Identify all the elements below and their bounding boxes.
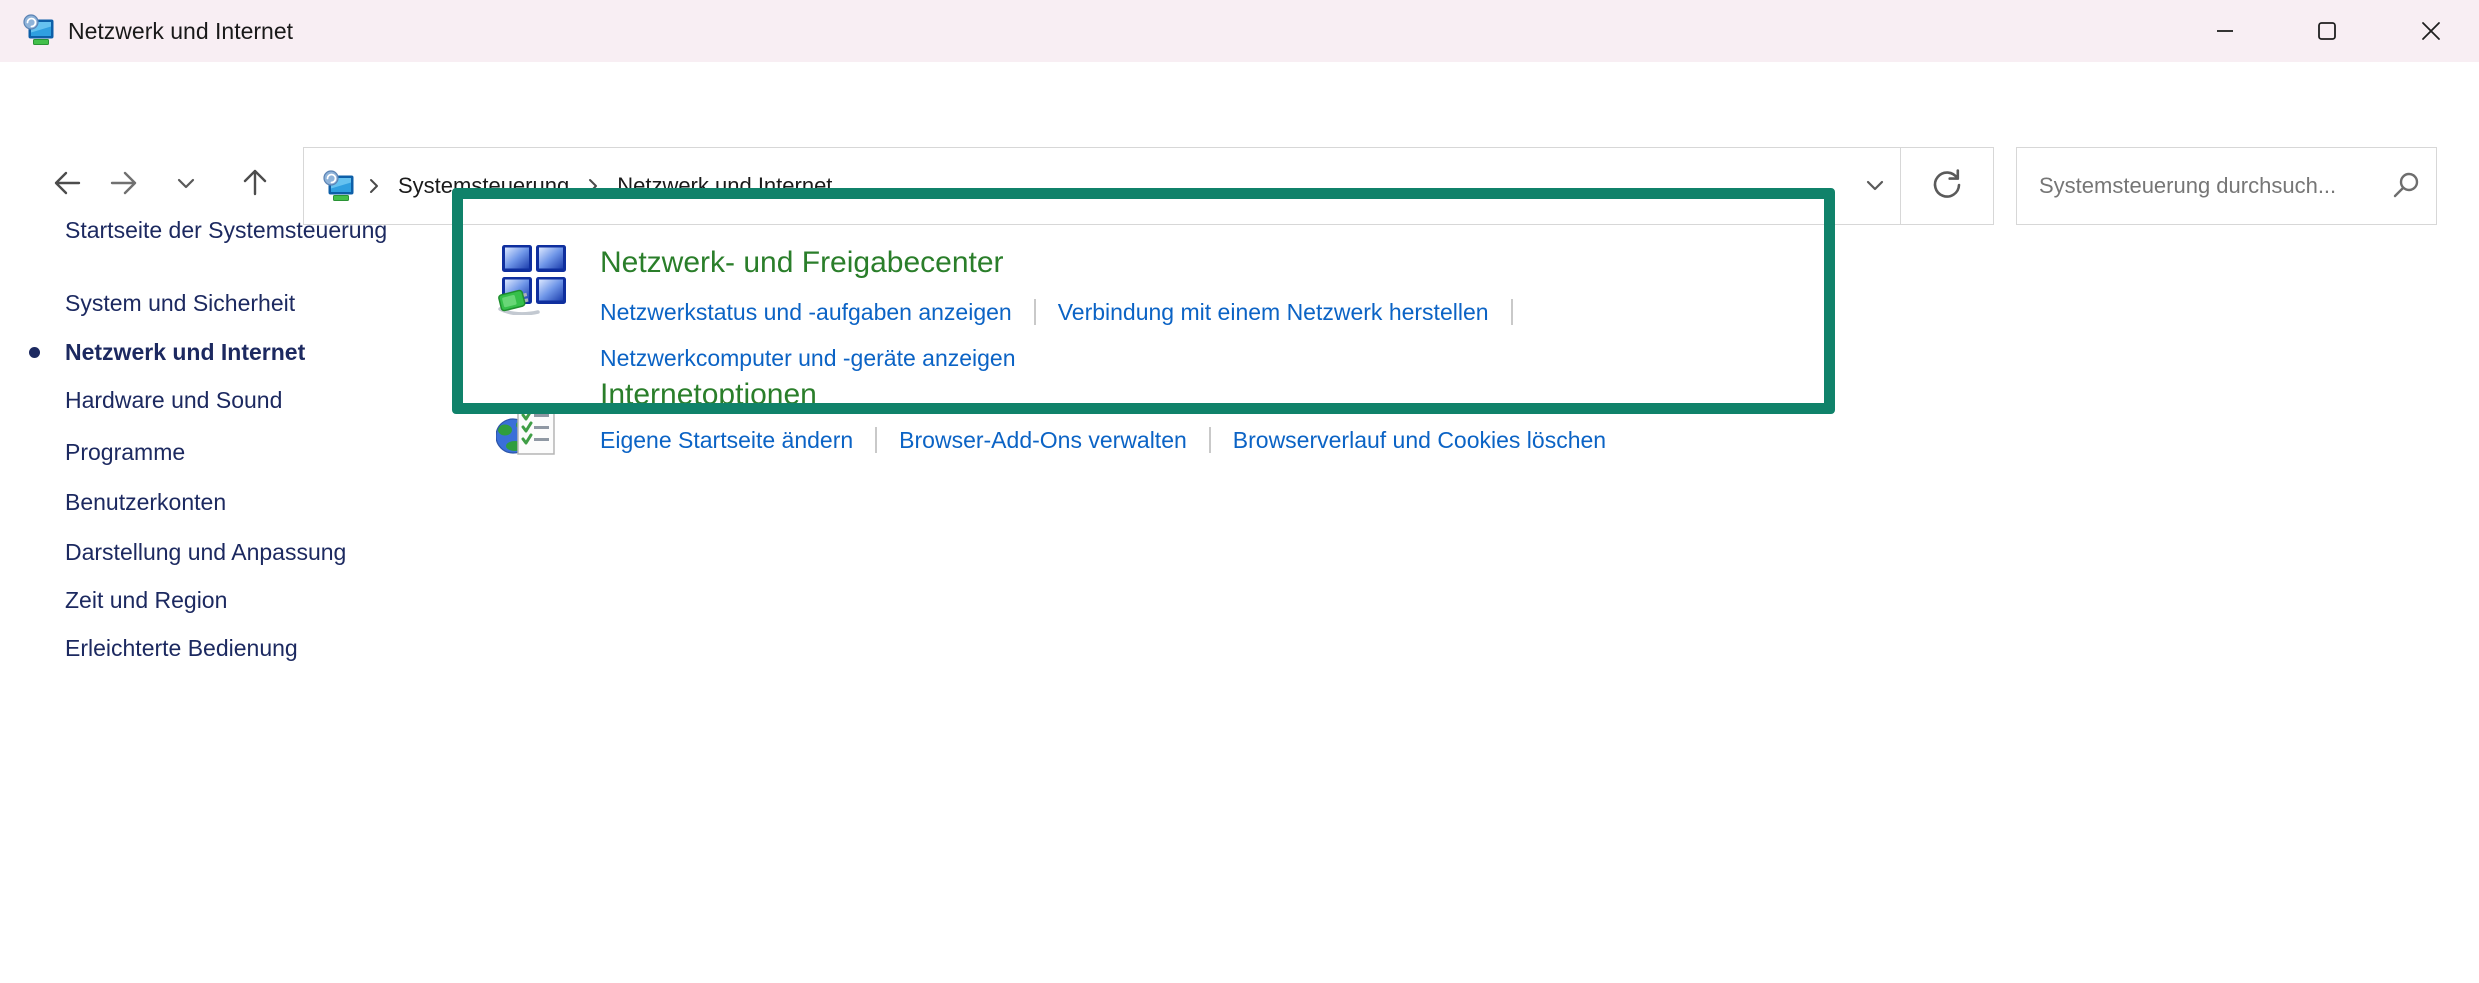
maximize-button[interactable] (2304, 8, 2350, 54)
link-separator (1511, 299, 1513, 325)
back-button[interactable] (47, 164, 87, 204)
minimize-icon (2208, 14, 2242, 48)
link-netzwerkcomputer-anzeigen[interactable]: Netzwerkcomputer und -geräte anzeigen (600, 342, 1016, 374)
address-bar[interactable]: Systemsteuerung Netzwerk und Internet (303, 147, 1994, 225)
link-separator (1209, 427, 1211, 453)
control-panel-window: { "colors": { "titlebar-bg": "#F8EEF3", … (0, 0, 2479, 983)
maximize-icon (2310, 14, 2344, 48)
refresh-button[interactable] (1901, 148, 1993, 224)
link-separator (1034, 299, 1036, 325)
forward-button[interactable] (104, 164, 144, 204)
up-arrow-icon (235, 163, 275, 206)
link-separator (875, 427, 877, 453)
network-monitor-icon (22, 13, 56, 47)
titlebar: Netzwerk und Internet (0, 0, 2479, 62)
close-button[interactable] (2408, 8, 2454, 54)
dropdown-chevron-icon (1861, 171, 1889, 202)
up-button[interactable] (235, 164, 275, 204)
address-dropdown-button[interactable] (1850, 148, 1900, 224)
link-browser-addons-verwalten[interactable]: Browser-Add-Ons verwalten (899, 424, 1187, 456)
breadcrumb-item-netzwerk-und-internet[interactable]: Netzwerk und Internet (611, 169, 838, 203)
sidebar-item-hardware-und-sound[interactable]: Hardware und Sound (65, 384, 282, 416)
breadcrumb-item-systemsteuerung[interactable]: Systemsteuerung (392, 169, 575, 203)
search-box (2016, 147, 2437, 225)
minimize-button[interactable] (2202, 8, 2248, 54)
close-icon (2414, 14, 2448, 48)
link-netzwerkstatus-anzeigen[interactable]: Netzwerkstatus und -aufgaben anzeigen (600, 296, 1012, 328)
sidebar-item-netzwerk-und-internet[interactable]: Netzwerk und Internet (65, 336, 305, 368)
window-title: Netzwerk und Internet (68, 0, 293, 62)
section1-links-row2: Netzwerkcomputer und -geräte anzeigen (600, 342, 1016, 374)
refresh-icon (1927, 165, 1967, 208)
control-panel-icon (322, 169, 356, 203)
link-verbindung-herstellen[interactable]: Verbindung mit einem Netzwerk herstellen (1058, 296, 1489, 328)
sidebar-item-system-und-sicherheit[interactable]: System und Sicherheit (65, 287, 295, 319)
active-item-bullet (29, 347, 40, 358)
search-icon[interactable] (2386, 166, 2426, 206)
forward-arrow-icon (104, 163, 144, 206)
section-heading-netzwerk-und-freigabecenter[interactable]: Netzwerk- und Freigabecenter (600, 246, 1004, 280)
link-browserverlauf-cookies-loeschen[interactable]: Browserverlauf und Cookies löschen (1233, 424, 1606, 456)
sidebar-item-erleichterte-bedienung[interactable]: Erleichterte Bedienung (65, 632, 298, 664)
sidebar-item-home[interactable]: Startseite der Systemsteuerung (65, 214, 387, 246)
section-heading-internetoptionen[interactable]: Internetoptionen (600, 378, 817, 412)
section2-links-row: Eigene Startseite ändern Browser-Add-Ons… (600, 424, 1606, 456)
link-eigene-startseite-aendern[interactable]: Eigene Startseite ändern (600, 424, 853, 456)
chevron-down-icon (172, 169, 200, 200)
section1-links-row1: Netzwerkstatus und -aufgaben anzeigen Ve… (600, 296, 1535, 328)
sidebar-item-programme[interactable]: Programme (65, 436, 185, 468)
internet-options-icon[interactable] (496, 398, 560, 462)
navigation-toolbar: Systemsteuerung Netzwerk und Internet (0, 62, 2479, 190)
search-input[interactable] (2017, 172, 2386, 200)
sidebar-item-darstellung-und-anpassung[interactable]: Darstellung und Anpassung (65, 536, 346, 568)
recent-pages-button[interactable] (168, 164, 204, 204)
breadcrumb-chevron-icon (585, 175, 601, 197)
network-sharing-center-icon[interactable] (498, 243, 570, 315)
breadcrumb-chevron-icon (366, 175, 382, 197)
back-arrow-icon (47, 163, 87, 206)
sidebar-item-zeit-und-region[interactable]: Zeit und Region (65, 584, 227, 616)
sidebar-item-benutzerkonten[interactable]: Benutzerkonten (65, 486, 226, 518)
